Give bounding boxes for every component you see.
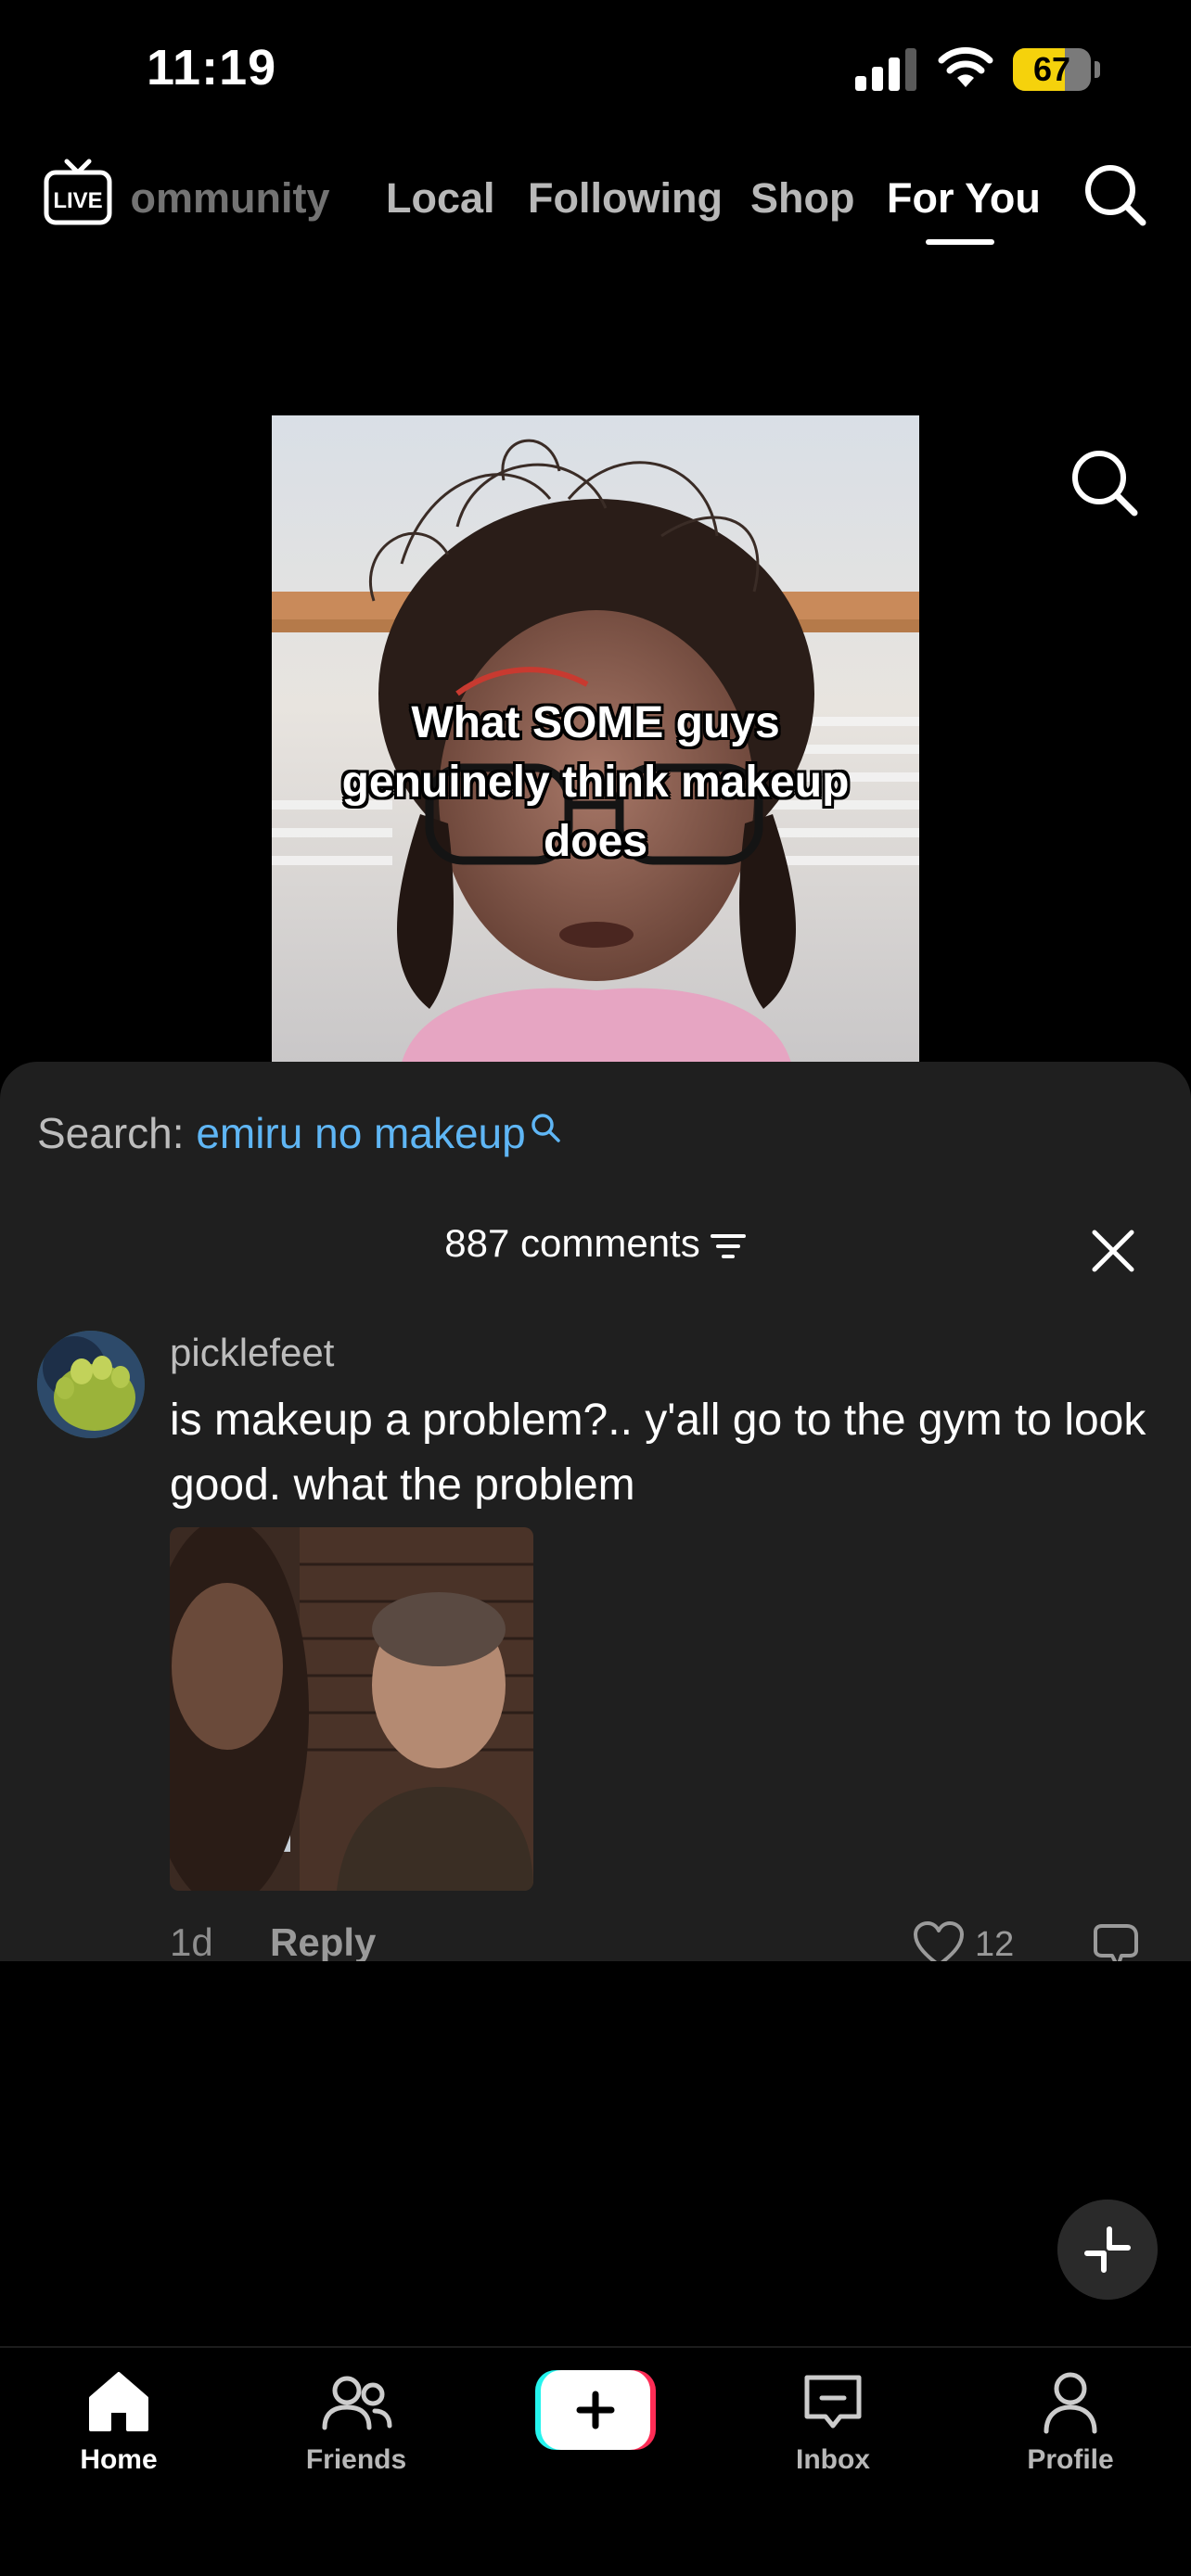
signal-icon	[855, 48, 916, 91]
status-bar: 11:19 67	[0, 0, 1191, 139]
nav-inbox-label: Inbox	[796, 2444, 870, 2475]
search-icon	[531, 1114, 560, 1142]
dislike-icon[interactable]	[1090, 1922, 1142, 1961]
live-tv-icon[interactable]: LIVE	[41, 156, 115, 230]
search-prefix: Search:	[37, 1109, 197, 1157]
home-icon	[89, 2372, 148, 2431]
comment-attached-image[interactable]	[170, 1527, 533, 1891]
tab-for-you[interactable]: For You	[887, 161, 1041, 236]
comment-age: 1d	[170, 1920, 213, 1961]
nav-inbox[interactable]: Inbox	[749, 2365, 916, 2476]
comment-username[interactable]: picklefeet	[170, 1331, 334, 1375]
top-nav: LIVE Community Local Following Shop For …	[0, 148, 1191, 260]
nav-home[interactable]: Home	[35, 2365, 202, 2476]
friends-icon	[322, 2376, 392, 2430]
comment-meta: 1d Reply 12	[170, 1920, 1153, 1961]
status-time: 11:19	[147, 40, 277, 96]
heart-icon	[914, 1921, 964, 1961]
nav-profile-label: Profile	[1027, 2444, 1114, 2475]
nav-home-label: Home	[80, 2444, 158, 2475]
search-icon[interactable]	[1067, 445, 1141, 519]
bottom-nav: Home Friends Inbox Profile	[0, 2346, 1191, 2576]
comments-header[interactable]: 887 comments	[0, 1221, 1191, 1266]
comments-sheet: Search: emiru no makeup 887 comments pic…	[0, 1062, 1191, 1961]
nav-profile[interactable]: Profile	[987, 2365, 1154, 2476]
like-count: 12	[975, 1924, 1015, 1962]
filter-icon[interactable]	[710, 1231, 747, 1262]
profile-icon	[1044, 2372, 1097, 2434]
avatar[interactable]	[37, 1331, 145, 1438]
nav-friends[interactable]: Friends	[273, 2365, 440, 2476]
battery-icon: 67	[1013, 48, 1100, 91]
video-caption: What SOME guys genuinely think makeup do…	[341, 698, 850, 866]
inbox-icon	[804, 2375, 862, 2429]
search-suggestion[interactable]: Search: emiru no makeup	[37, 1108, 561, 1158]
nav-friends-label: Friends	[305, 2444, 407, 2475]
close-icon[interactable]	[1083, 1221, 1143, 1281]
search-query[interactable]: emiru no makeup	[196, 1109, 525, 1157]
video-player[interactable]: What SOME guys genuinely think makeup do…	[272, 415, 919, 1063]
tab-following[interactable]: Following	[528, 161, 723, 236]
battery-level: 67	[1032, 50, 1071, 88]
search-icon[interactable]	[1082, 161, 1148, 228]
active-tab-indicator	[926, 239, 994, 245]
tab-community[interactable]: Community	[130, 161, 330, 236]
comments-count: 887 comments	[444, 1221, 700, 1265]
comment-text: is makeup a problem?.. y'all go to the g…	[170, 1396, 1146, 1510]
create-button[interactable]	[535, 2370, 656, 2450]
wifi-icon	[938, 46, 993, 87]
tab-shop[interactable]: Shop	[750, 161, 854, 236]
collapse-icon[interactable]	[1057, 2200, 1158, 2300]
reply-button[interactable]: Reply	[270, 1920, 376, 1961]
tab-local[interactable]: Local	[386, 161, 495, 236]
nav-tabs: Community Local Following Shop For You	[130, 161, 1043, 236]
like-button[interactable]: 12	[912, 1920, 1014, 1961]
live-label: LIVE	[53, 188, 102, 213]
